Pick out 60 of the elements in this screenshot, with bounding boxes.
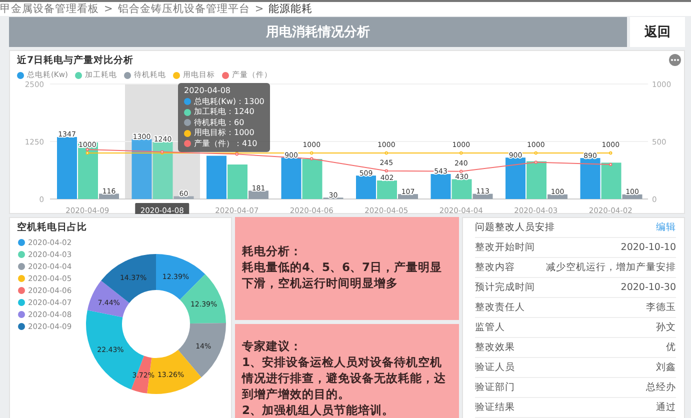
note-text: 2、加强机组人员节能培训。 bbox=[242, 402, 396, 418]
field-value: 总经办 bbox=[646, 381, 676, 394]
field-value: 刘鑫 bbox=[656, 361, 676, 374]
line-point bbox=[534, 151, 538, 155]
breadcrumb-link[interactable]: 能源能耗 bbox=[268, 2, 313, 16]
note-heading: 专家建议： bbox=[242, 338, 303, 354]
note-text: 1、安排设备运检人员对设备待机空机情况进行排查，避免设备无故耗能，达到增产增效的目的。 bbox=[242, 354, 447, 402]
field-value: 优 bbox=[666, 341, 676, 354]
tooltip-text: 用电目标：1000 bbox=[194, 128, 254, 138]
edit-link[interactable]: 编辑 bbox=[656, 221, 676, 234]
chart-title: 近7日耗电与产量对比分析 bbox=[16, 54, 134, 67]
field-label: 整改责任人 bbox=[475, 301, 525, 314]
field-value: 孙文 bbox=[656, 321, 676, 334]
field-label: 验证人员 bbox=[475, 361, 515, 374]
bar bbox=[430, 174, 451, 199]
bar bbox=[580, 158, 600, 199]
breadcrumb-separator: > bbox=[254, 3, 264, 15]
bar bbox=[206, 156, 226, 199]
tooltip-title: 2020-04-08 bbox=[184, 86, 230, 96]
field-value: 李德玉 bbox=[646, 301, 676, 314]
tooltip-text: 待机耗电：60 bbox=[194, 118, 244, 128]
bar bbox=[57, 137, 77, 199]
breadcrumb-separator: > bbox=[104, 3, 113, 15]
donut-slice bbox=[156, 254, 206, 300]
tooltip-text: 总电耗(Kw)：1300 bbox=[194, 96, 264, 107]
bar bbox=[132, 139, 152, 199]
note-heading: 耗电分析： bbox=[242, 243, 303, 259]
bar bbox=[506, 158, 526, 199]
line-point bbox=[384, 169, 388, 172]
field-value: 通过 bbox=[656, 401, 676, 414]
field-label: 预计完成时间 bbox=[475, 281, 535, 294]
line-point bbox=[310, 151, 314, 155]
breadcrumb-link[interactable]: 铝合金铸压机设备管理平台 bbox=[118, 2, 250, 16]
field-value: 2020-10-30 bbox=[620, 282, 676, 293]
field-value: 减少空机运行，增加产量安排 bbox=[546, 261, 676, 274]
chart-title: 空机耗电日占比 bbox=[16, 220, 87, 234]
line-point bbox=[460, 170, 463, 173]
page-title: 用电消耗情况分析 bbox=[9, 17, 627, 47]
field-label: 整改效果 bbox=[475, 341, 515, 354]
line-point bbox=[609, 162, 612, 166]
breadcrumb-link[interactable]: 甲金属设备管理看板 bbox=[0, 2, 99, 16]
line-point bbox=[310, 157, 314, 160]
field-label: 监管人 bbox=[475, 321, 505, 334]
field-label: 验证结果 bbox=[475, 401, 515, 414]
note-text: 耗电量低的4、5、6、7日，产量明显下滑，空机运行时间明显增多 bbox=[242, 259, 444, 291]
field-value: 2020-10-10 bbox=[620, 242, 676, 253]
field-label: 整改开始时间 bbox=[475, 241, 535, 254]
line-point bbox=[609, 151, 612, 155]
line-point bbox=[534, 160, 538, 164]
bar bbox=[281, 158, 302, 199]
back-button[interactable]: 返回 bbox=[630, 17, 685, 47]
panel-title: 问题整改人员安排 bbox=[475, 221, 555, 234]
tooltip-text: 产量（件）：410 bbox=[194, 138, 258, 149]
bar bbox=[356, 176, 376, 199]
field-label: 整改内容 bbox=[475, 261, 515, 274]
tooltip-text: 加工耗电：1240 bbox=[194, 107, 254, 118]
field-label: 验证部门 bbox=[475, 381, 515, 394]
line-point bbox=[384, 151, 388, 155]
line-point bbox=[460, 151, 463, 155]
more-icon[interactable] bbox=[669, 54, 681, 66]
